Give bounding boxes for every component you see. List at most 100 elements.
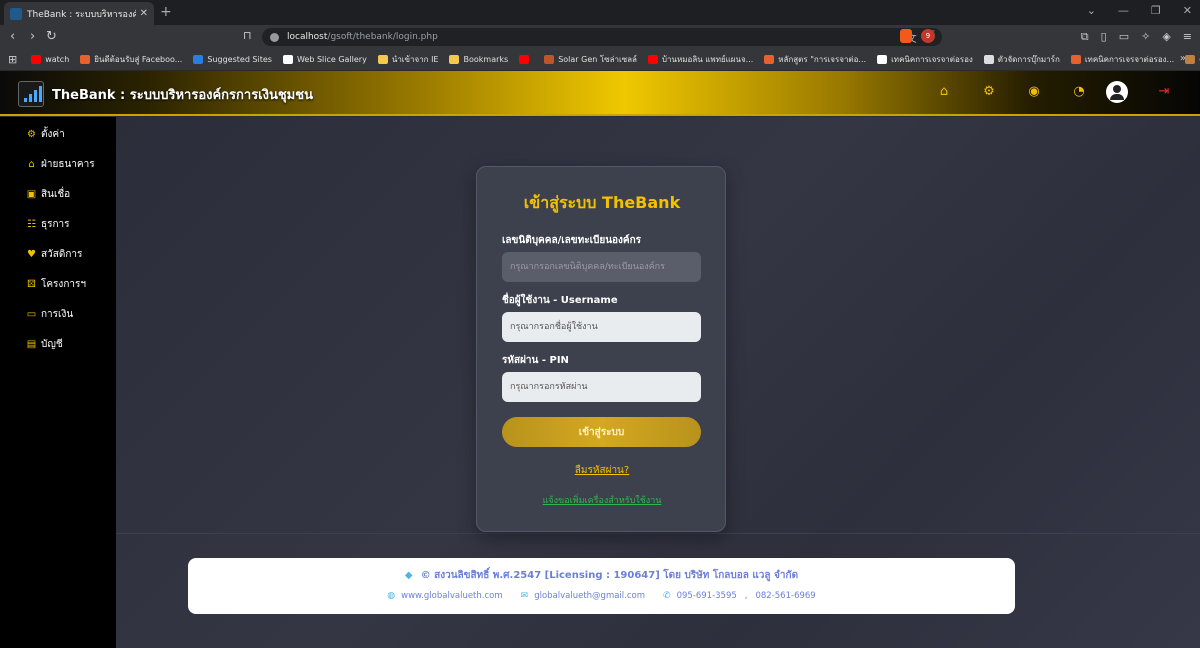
forward-icon[interactable]: › xyxy=(30,29,35,44)
new-tab-button[interactable]: + xyxy=(160,4,172,20)
bookmark-icon xyxy=(877,55,888,64)
sidebar-item-settings[interactable]: ⚙ ตั้งค่า xyxy=(26,126,65,142)
app-logo[interactable] xyxy=(18,81,44,107)
bookmark-item[interactable]: Web Slice Gallery xyxy=(282,55,367,64)
sidebar-item-loans[interactable]: ▣ สินเชื่อ xyxy=(26,186,70,202)
bookmark-item[interactable]: ยินดีต้อนรับสู่ Faceboo... xyxy=(80,53,182,66)
bookmark-page-icon[interactable]: ⊓ xyxy=(243,29,252,42)
close-tab-icon[interactable]: ✕ xyxy=(140,8,148,19)
phone1-text: 095-691-3595 xyxy=(676,591,737,601)
user-circle-icon[interactable]: ◉ xyxy=(1026,84,1042,100)
project-icon: ⚄ xyxy=(27,278,36,290)
sidebar-item-accounting[interactable]: ▤ บัญชี xyxy=(26,336,63,352)
apps-grid-icon[interactable]: ⊞ xyxy=(8,53,17,66)
bookmark-item[interactable]: Solar Gen โซล่าเซลล์ xyxy=(544,53,637,66)
close-window-icon[interactable]: ✕ xyxy=(1183,4,1192,17)
bookmark-item[interactable]: เทคนิคการเจรจาต่อรอง... xyxy=(1070,53,1174,66)
forgot-password-link[interactable]: ลืมรหัสผ่าน? xyxy=(477,463,727,478)
globe-icon: ◍ xyxy=(387,591,396,601)
bookmark-item[interactable] xyxy=(519,55,533,64)
footer: ◆ © สงวนลิขสิทธิ์ พ.ศ.2547 [Licensing : 1… xyxy=(188,558,1015,614)
sidebar-item-label: สวัสดิการ xyxy=(41,248,83,260)
wallet-icon[interactable]: ▭ xyxy=(1119,30,1129,44)
bookmark-icon xyxy=(544,55,555,64)
sidebar-item-admin[interactable]: ☷ ธุรการ xyxy=(26,216,70,232)
avatar[interactable] xyxy=(1106,81,1128,103)
site-info-icon[interactable] xyxy=(270,32,279,42)
website-contact[interactable]: ◍ www.globalvalueth.com xyxy=(387,591,502,601)
wallet-icon: ▭ xyxy=(26,308,37,320)
vpn-icon[interactable]: ◈ xyxy=(1162,30,1170,44)
bookmark-icon xyxy=(1185,55,1196,64)
minimize-icon[interactable]: — xyxy=(1118,4,1129,17)
address-bar-row: ‹ › ↻ ⊓ localhost/gsoft/thebank/login.ph… xyxy=(0,25,1200,49)
org-id-label: เลขนิติบุคคล/เลขทะเบียนองค์กร xyxy=(502,235,642,246)
bookmark-icon xyxy=(764,55,775,64)
url-path: /gsoft/thebank/login.php xyxy=(327,32,438,42)
email-contact[interactable]: ✉ globalvalueth@gmail.com xyxy=(521,591,645,601)
bookmark-item[interactable]: watch xyxy=(31,55,69,64)
app-title: TheBank : ระบบบริหารองค์กรการเงินชุมชน xyxy=(52,88,313,103)
bookmark-item[interactable]: ตัวอย่างสัญญา MOU xyxy=(1185,53,1200,66)
app-header: TheBank : ระบบบริหารองค์กรการเงินชุมชน xyxy=(0,71,1200,116)
url-field[interactable]: localhost/gsoft/thebank/login.php xyxy=(262,28,942,46)
bookmark-item[interactable]: ตัวจัดการบุ๊กมาร์ก xyxy=(983,53,1060,66)
sidebar: ⚙ ตั้งค่า ⌂ ฝ่ายธนาคาร ▣ สินเชื่อ ☷ ธุรก… xyxy=(0,117,116,648)
bookmark-item[interactable]: Bookmarks xyxy=(449,55,508,64)
bookmark-label: watch xyxy=(45,55,70,64)
bookmark-item[interactable]: เทคนิคการเจรจาต่อรอง xyxy=(877,53,973,66)
bookmark-label: นำเข้าจาก IE xyxy=(391,55,439,64)
bookmark-item[interactable]: หลักสูตร "การเจรจาต่อ... xyxy=(764,53,866,66)
sidebar-item-label: การเงิน xyxy=(41,308,74,320)
back-icon[interactable]: ‹ xyxy=(10,29,15,44)
bookmark-label: เทคนิคการเจรจาต่อรอง xyxy=(891,55,973,64)
login-button[interactable]: เข้าสู่ระบบ xyxy=(502,417,701,447)
maximize-icon[interactable]: ❐ xyxy=(1151,4,1161,17)
register-device-link[interactable]: แจ้งขอเพิ่มเครื่องสำหรับใช้งาน xyxy=(477,493,727,507)
sidebar-item-finance[interactable]: ▭ การเงิน xyxy=(26,306,73,322)
tab-search-icon[interactable]: ⌄ xyxy=(1087,4,1096,17)
extension-icons: ⧉ ▯ ▭ ✧ ◈ ≡ xyxy=(1081,30,1192,44)
bookmark-label: ยินดีต้อนรับสู่ Faceboo... xyxy=(94,55,183,64)
leo-icon[interactable]: ✧ xyxy=(1141,30,1150,44)
sidebar-toggle-icon[interactable]: ▯ xyxy=(1101,30,1107,44)
url-host: localhost xyxy=(287,32,328,42)
bookmark-item[interactable]: นำเข้าจาก IE xyxy=(377,53,439,66)
logout-icon[interactable]: ⇥ xyxy=(1156,84,1172,100)
menu-icon[interactable]: ≡ xyxy=(1183,30,1192,44)
reload-icon[interactable]: ↻ xyxy=(46,29,57,44)
bookmark-item[interactable]: Suggested Sites xyxy=(193,55,272,64)
window-controls: ⌄ — ❐ ✕ xyxy=(1087,4,1192,17)
sidebar-item-banking[interactable]: ⌂ ฝ่ายธนาคาร xyxy=(26,156,95,172)
extensions-icon[interactable]: ⧉ xyxy=(1081,30,1089,44)
favicon-icon xyxy=(10,7,22,20)
copyright-text: © สงวนลิขสิทธิ์ พ.ศ.2547 [Licensing : 19… xyxy=(420,570,799,581)
bookmark-icon xyxy=(377,55,388,64)
bookmarks-overflow-icon[interactable]: » xyxy=(1180,53,1186,64)
home-icon[interactable]: ⌂ xyxy=(936,84,952,100)
gear-icon[interactable]: ⚙ xyxy=(981,84,997,100)
footer-copyright: ◆ © สงวนลิขสิทธิ์ พ.ศ.2547 [Licensing : 1… xyxy=(188,568,1015,583)
phone2-text: 082-561-6969 xyxy=(755,591,816,601)
pin-input[interactable] xyxy=(502,372,701,402)
pin-label: รหัสผ่าน - PIN xyxy=(502,355,569,366)
bookmark-icon xyxy=(1070,55,1081,64)
brave-shield-icon[interactable] xyxy=(900,29,912,43)
sidebar-item-label: สินเชื่อ xyxy=(41,188,71,200)
browser-tab[interactable]: TheBank : ระบบบริหารองค์กรการเงินชุมชน ✕ xyxy=(4,2,154,25)
org-id-input[interactable] xyxy=(502,252,701,282)
sidebar-item-label: ฝ่ายธนาคาร xyxy=(41,158,95,170)
bookmark-label: Bookmarks xyxy=(463,55,509,64)
brave-rewards-badge[interactable]: 9 xyxy=(921,29,935,43)
bookmark-icon xyxy=(31,55,42,64)
sidebar-item-welfare[interactable]: ♥ สวัสดิการ xyxy=(26,246,82,262)
username-input[interactable] xyxy=(502,312,701,342)
pie-chart-icon[interactable]: ◔ xyxy=(1071,84,1087,100)
sidebar-item-projects[interactable]: ⚄ โครงการฯ xyxy=(26,276,86,292)
bookmark-icon xyxy=(282,55,293,64)
browser-tab-bar: TheBank : ระบบบริหารองค์กรการเงินชุมชน ✕… xyxy=(0,0,1200,25)
bookmark-label: หลักสูตร "การเจรจาต่อ... xyxy=(778,55,867,64)
bookmark-icon xyxy=(519,55,530,64)
bookmark-icon xyxy=(193,55,204,64)
bookmark-item[interactable]: บ้านหมอลิน แพทย์แผนจ... xyxy=(647,53,753,66)
